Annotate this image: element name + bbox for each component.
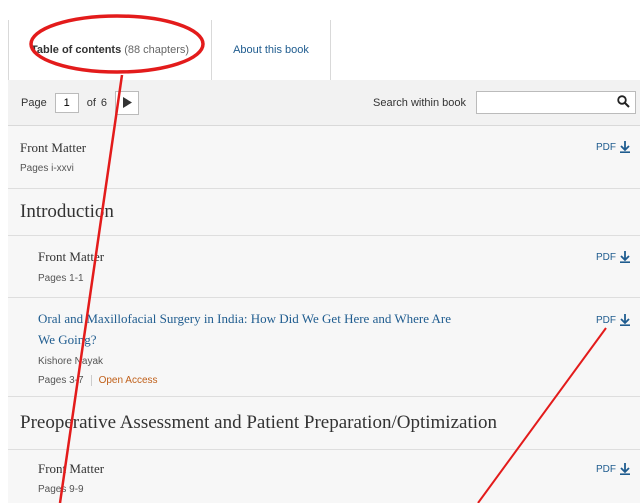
entry-pages: Pages 1-1 xyxy=(38,273,84,284)
entry-chapter-oral-maxillofacial: Oral and Maxillofacial Surgery in India:… xyxy=(8,298,640,397)
page-number-input[interactable] xyxy=(54,92,79,113)
next-page-button[interactable] xyxy=(115,90,140,115)
download-arrow-icon xyxy=(620,463,630,475)
entry-pages: Pages 9-9 xyxy=(38,484,84,495)
pdf-download-link[interactable]: PDF xyxy=(596,314,630,326)
entry-pages: Pages i-xxvi xyxy=(20,163,74,174)
of-label: of xyxy=(86,96,96,109)
tab-toc-label: Table of contents xyxy=(30,44,122,56)
page-label: Page xyxy=(21,96,47,109)
entry-front-matter-top: Front Matter Pages i-xxvi PDF xyxy=(8,126,640,189)
entry-front-matter-introduction: Front Matter Pages 1-1 PDF xyxy=(8,236,640,298)
download-arrow-icon xyxy=(620,251,630,263)
search-input[interactable] xyxy=(477,92,615,111)
total-pages: 6 xyxy=(100,96,108,109)
tab-about-this-book[interactable]: About this book xyxy=(212,20,331,80)
tab-toc-count: (88 chapters) xyxy=(124,44,190,56)
pdf-label: PDF xyxy=(596,314,616,326)
section-title: Preoperative Assessment and Patient Prep… xyxy=(20,412,498,433)
chapter-author: Kishore Nayak xyxy=(38,356,104,367)
entry-title[interactable]: Front Matter xyxy=(20,140,86,156)
pdf-label: PDF xyxy=(596,463,616,475)
chapter-title-link[interactable]: Oral and Maxillofacial Surgery in India:… xyxy=(38,308,451,350)
entry-title[interactable]: Front Matter xyxy=(38,249,104,265)
pdf-label: PDF xyxy=(596,251,616,263)
pdf-download-link[interactable]: PDF xyxy=(596,251,630,263)
magnifier-icon[interactable] xyxy=(617,95,630,108)
pager-toolbar: Page of 6 Search within book xyxy=(8,80,640,126)
chapter-title-line-1: Oral and Maxillofacial Surgery in India:… xyxy=(38,311,452,326)
tab-bar: Table of contents (88 chapters) About th… xyxy=(8,20,640,81)
pdf-download-link[interactable]: PDF xyxy=(596,141,630,153)
entry-front-matter-preoperative: Front Matter Pages 9-9 PDF xyxy=(8,450,640,503)
tab-about-label: About this book xyxy=(233,44,309,56)
pdf-download-link[interactable]: PDF xyxy=(596,463,630,475)
entry-title[interactable]: Front Matter xyxy=(38,461,104,477)
download-arrow-icon xyxy=(620,141,630,153)
chapter-meta: Pages 3-7 Open Access xyxy=(38,375,158,386)
download-arrow-icon xyxy=(620,314,630,326)
play-triangle-icon xyxy=(123,97,133,108)
tab-table-of-contents[interactable]: Table of contents (88 chapters) xyxy=(8,20,212,80)
open-access-badge: Open Access xyxy=(90,375,158,386)
search-box xyxy=(476,91,636,114)
section-title: Introduction xyxy=(20,201,114,222)
entry-pages: Pages 3-7 xyxy=(38,375,84,386)
section-heading-introduction: Introduction xyxy=(8,189,640,236)
pdf-label: PDF xyxy=(596,141,616,153)
section-heading-preoperative: Preoperative Assessment and Patient Prep… xyxy=(8,397,640,450)
search-label: Search within book xyxy=(373,96,466,109)
chapter-title-line-2: We Going? xyxy=(38,332,97,347)
